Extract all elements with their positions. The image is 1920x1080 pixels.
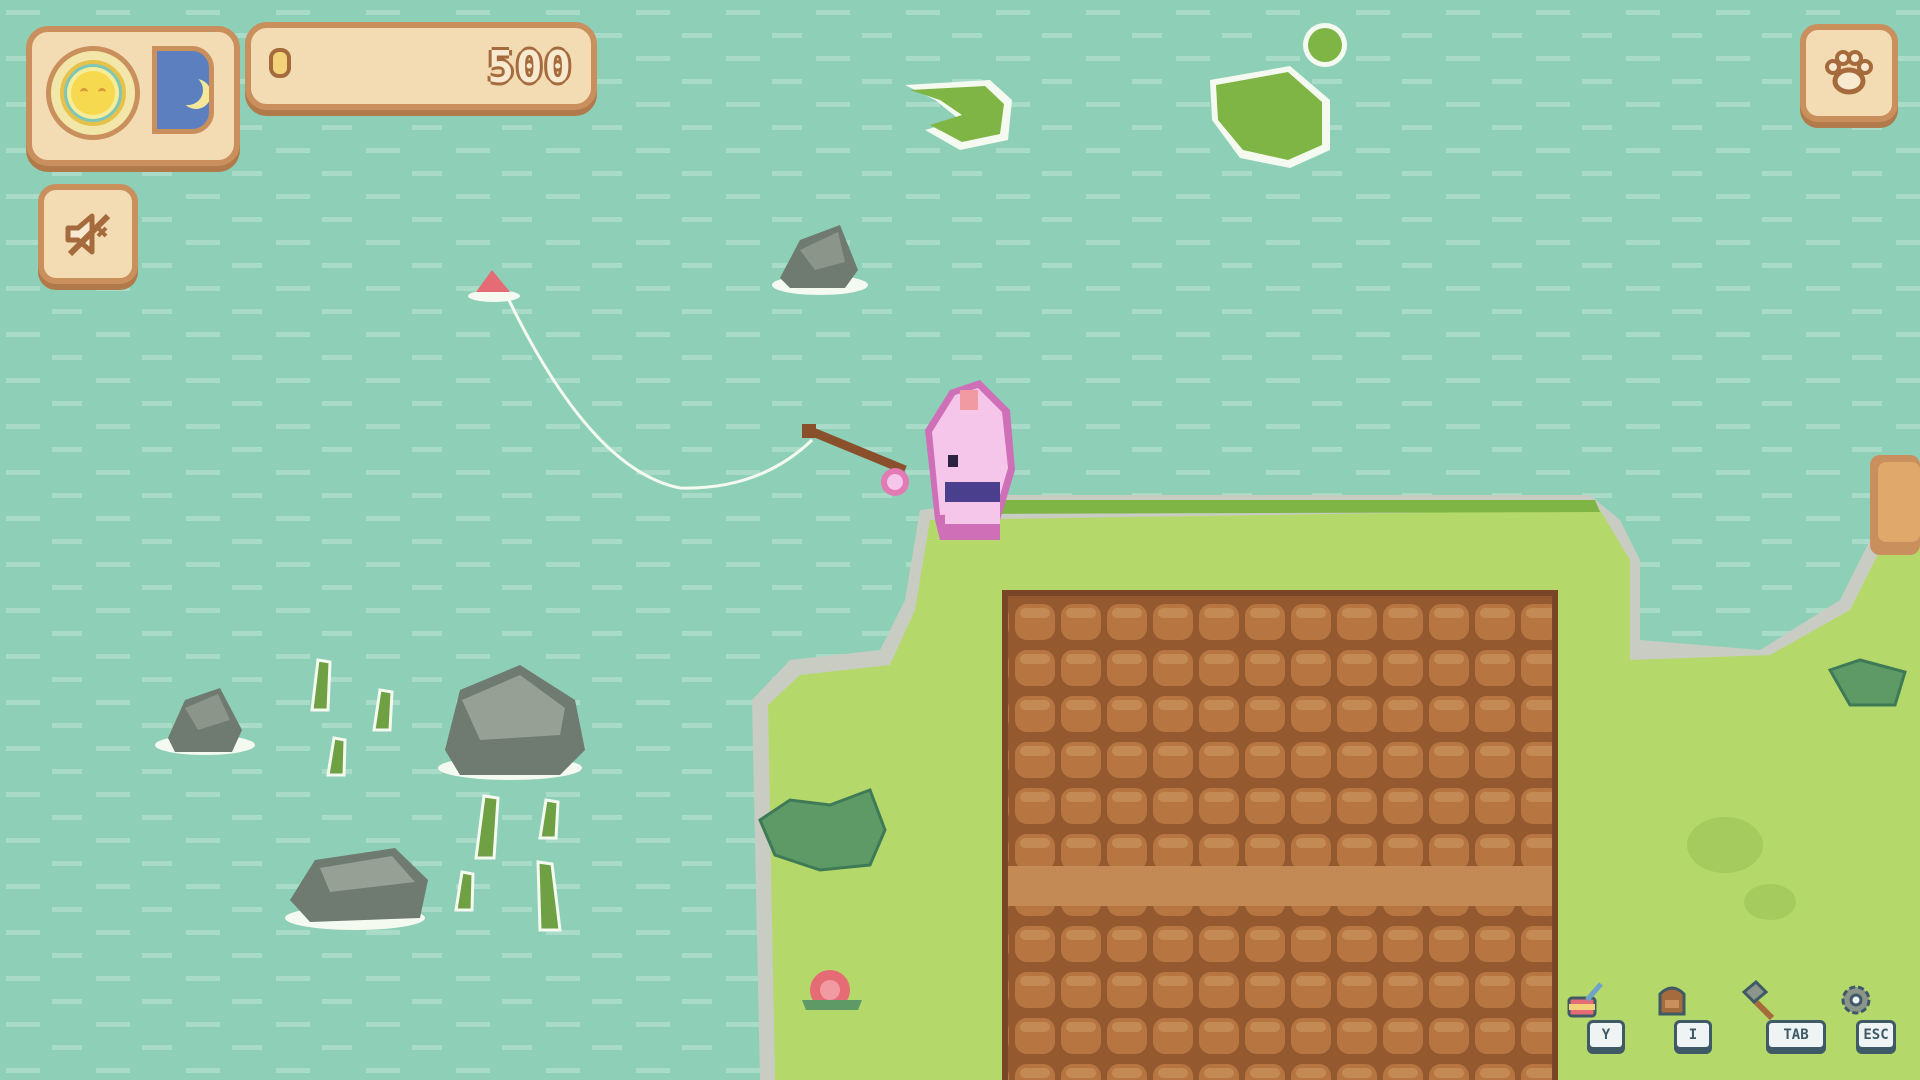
game-world (0, 0, 1920, 1080)
key-y: Y (1587, 1020, 1625, 1050)
backpack-icon (1658, 986, 1686, 1016)
key-i: I (1674, 1020, 1712, 1050)
tools-shortcut[interactable]: TAB (1740, 980, 1830, 1050)
farm-plot (1002, 590, 1558, 1080)
hammer-icon (1741, 980, 1775, 1020)
clock-face (46, 46, 140, 140)
quill-book-icon (1567, 982, 1603, 1018)
game-viewport[interactable]: 500 Y I TAB ESC (0, 0, 1920, 1080)
money-goal: 500 (487, 42, 573, 93)
inventory-shortcut[interactable]: I (1652, 980, 1714, 1050)
journal-shortcut[interactable]: Y (1565, 980, 1627, 1050)
settings-shortcut[interactable]: ESC (1836, 980, 1898, 1050)
key-tab: TAB (1766, 1020, 1826, 1050)
night-indicator (152, 46, 214, 134)
coin-icon (269, 48, 291, 78)
paw-icon (1825, 50, 1873, 95)
speaker-muted-icon (65, 213, 111, 257)
gear-icon (1841, 985, 1871, 1015)
sun-icon (71, 71, 115, 115)
mute-button[interactable] (38, 184, 138, 284)
key-esc: ESC (1856, 1020, 1896, 1050)
day-night-clock (26, 26, 240, 166)
money-progress-bar: 500 (245, 22, 597, 110)
pets-button[interactable] (1800, 24, 1898, 122)
moon-icon (173, 75, 203, 105)
